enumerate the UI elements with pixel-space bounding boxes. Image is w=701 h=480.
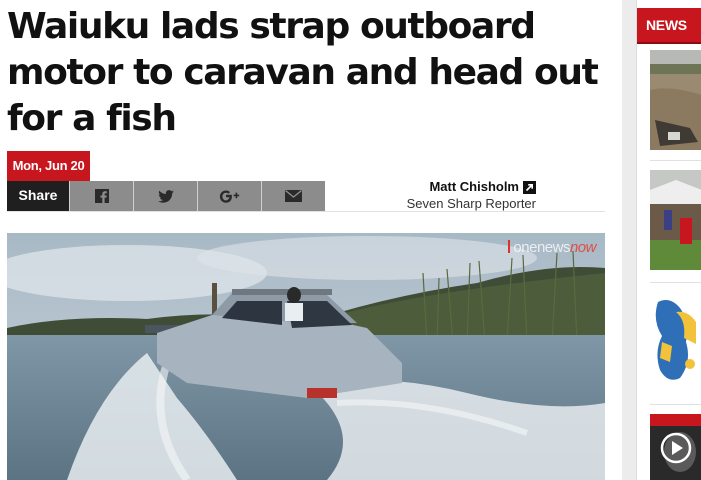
author-name-row[interactable]: Matt Chisholm — [380, 178, 536, 196]
google-plus-icon — [219, 190, 239, 203]
author-name[interactable]: Matt Chisholm — [429, 178, 519, 196]
facebook-share-button[interactable] — [69, 181, 133, 211]
sidebar-thumbnail-video[interactable] — [650, 414, 701, 480]
share-label: Share — [7, 181, 69, 211]
divider — [7, 211, 605, 212]
facebook-icon — [94, 189, 109, 203]
sidebar-thumbnail-event[interactable] — [650, 170, 701, 270]
sidebar-thumbnail-map[interactable] — [650, 292, 701, 392]
sidebar-divider — [650, 404, 701, 405]
headline-line: for a fish — [7, 98, 177, 139]
sidebar-divider — [650, 160, 701, 161]
twitter-share-button[interactable] — [133, 181, 197, 211]
news-sidebar: NEWS — [636, 0, 701, 480]
headline-line: Waiuku lads strap outboard — [7, 6, 536, 47]
watermark-one: one — [513, 239, 537, 256]
watermark-bar — [508, 240, 511, 253]
watermark-now: now — [569, 239, 597, 256]
external-link-icon[interactable] — [523, 180, 536, 194]
email-share-button[interactable] — [261, 181, 325, 211]
hero-image — [7, 233, 605, 480]
watermark-news: news — [536, 239, 571, 256]
sidebar-news-header[interactable]: NEWS — [637, 8, 701, 44]
author-byline: Matt Chisholm Seven Sharp Reporter — [380, 178, 536, 212]
date-badge: Mon, Jun 20 — [7, 151, 90, 181]
sidebar-divider — [650, 282, 701, 283]
headline-line: motor to caravan and head out — [7, 52, 599, 93]
google-plus-share-button[interactable] — [197, 181, 261, 211]
share-bar: Share — [7, 181, 325, 211]
article-headline: Waiuku lads strap outboard motor to cara… — [7, 4, 607, 142]
channel-watermark: onenewsnow — [508, 239, 597, 256]
hero-video[interactable]: onenewsnow — [7, 233, 605, 480]
author-role: Seven Sharp Reporter — [406, 196, 536, 211]
twitter-icon — [157, 189, 174, 203]
sidebar-thumbnail-flood[interactable] — [650, 50, 701, 150]
sidebar-gutter — [622, 0, 636, 480]
email-icon — [285, 190, 302, 202]
